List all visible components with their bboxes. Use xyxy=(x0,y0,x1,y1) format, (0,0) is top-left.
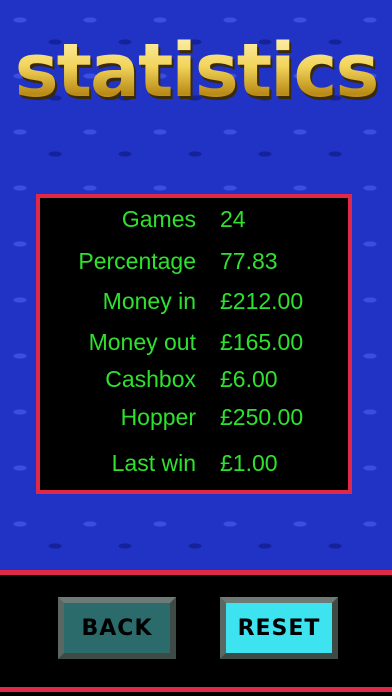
stat-label: Money in xyxy=(102,288,196,314)
statistics-panel: Games 24 Percentage 77.83 Money in £212.… xyxy=(36,194,352,494)
stat-value: £6.00 xyxy=(220,366,278,392)
stat-row-hopper: Hopper £250.00 xyxy=(40,404,356,440)
stat-row-games: Games 24 xyxy=(40,206,356,242)
stat-label: Games xyxy=(121,206,196,232)
stat-value: 77.83 xyxy=(220,248,278,274)
stat-label: Percentage xyxy=(78,248,196,274)
stat-label: Hopper xyxy=(120,404,196,430)
stat-value: £250.00 xyxy=(220,404,304,430)
reset-button[interactable]: RESET xyxy=(220,597,338,659)
page-title: statistics xyxy=(0,28,392,138)
bottom-divider xyxy=(0,687,392,692)
stat-label: Last win xyxy=(111,450,196,476)
stat-value: £165.00 xyxy=(220,329,304,355)
bottom-bar: BACK RESET xyxy=(0,570,392,696)
stat-value: £212.00 xyxy=(220,288,304,314)
stat-row-last-win: Last win £1.00 xyxy=(40,450,356,486)
stat-row-percentage: Percentage 77.83 xyxy=(40,248,356,284)
stat-row-money-out: Money out £165.00 xyxy=(40,329,356,365)
stat-label: Money out xyxy=(88,329,196,355)
back-button[interactable]: BACK xyxy=(58,597,176,659)
stat-value: £1.00 xyxy=(220,450,278,476)
stat-row-money-in: Money in £212.00 xyxy=(40,288,356,324)
stat-value: 24 xyxy=(220,206,246,232)
stat-label: Cashbox xyxy=(105,366,196,392)
stat-row-cashbox: Cashbox £6.00 xyxy=(40,366,356,402)
